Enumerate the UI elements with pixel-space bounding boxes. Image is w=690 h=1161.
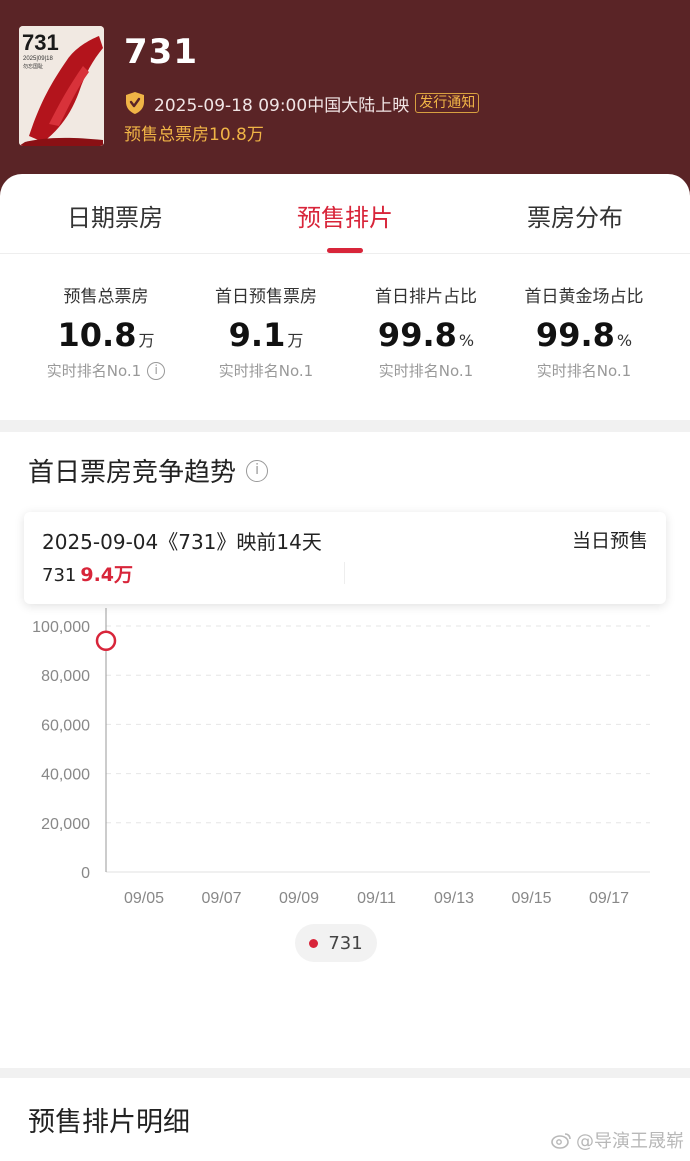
poster-art: 731 2025|09|18 勿忘国耻 bbox=[19, 26, 104, 146]
stat-value: 99.8% bbox=[498, 316, 670, 354]
data-point bbox=[95, 630, 117, 652]
release-row: 2025-09-18 09:00中国大陆上映 发行通知 bbox=[124, 90, 480, 116]
active-tab-indicator bbox=[327, 248, 363, 253]
x-tick-label: 09/13 bbox=[434, 890, 474, 907]
tab-date-box-office[interactable]: 日期票房 bbox=[15, 198, 215, 233]
x-tick-label: 09/07 bbox=[201, 890, 241, 907]
tab-bar: 日期票房 预售排片 票房分布 bbox=[0, 174, 690, 254]
x-tick-label: 09/15 bbox=[511, 890, 551, 907]
stat-rank-text: 实时排名No.1 bbox=[218, 362, 314, 380]
presale-summary: 预售总票房10.8万 bbox=[124, 125, 264, 145]
movie-title: 731 bbox=[124, 32, 198, 72]
poster-subtitle: 勿忘国耻 bbox=[23, 63, 43, 70]
stat-rank: 实时排名No.1 i bbox=[20, 360, 192, 382]
stat-rank: 实时排名No.1 bbox=[180, 360, 352, 382]
stat-rank: 实时排名No.1 bbox=[498, 360, 670, 382]
info-icon[interactable]: i bbox=[246, 459, 269, 482]
notify-tag[interactable]: 发行通知 bbox=[415, 93, 480, 113]
poster-date: 2025|09|18 bbox=[23, 56, 53, 62]
trend-chart[interactable]: 100,000 80,000 60,000 40,000 20,000 0 09/05 09/… bbox=[0, 608, 690, 918]
y-tick-label: 40,000 bbox=[41, 767, 90, 784]
tooltip-series-value: 9.4万 bbox=[80, 564, 134, 586]
stat-first-day-presale: 首日预售票房 9.1 万 实时排名No.1 bbox=[180, 284, 352, 382]
chart-legend[interactable]: 731 bbox=[295, 924, 377, 962]
tooltip-right-label: 当日预售 bbox=[571, 530, 648, 552]
x-tick-label: 09/17 bbox=[589, 890, 629, 907]
shield-icon bbox=[126, 92, 144, 114]
x-tick-label: 09/05 bbox=[124, 890, 164, 907]
tooltip-date: 2025-09-04《731》映前14天 bbox=[42, 530, 322, 554]
stat-number: 10.8 bbox=[57, 316, 137, 354]
stats-row: 预售总票房 10.8 万 实时排名No.1 i 首日预售票房 9.1 万 实时排名No… bbox=[0, 284, 690, 394]
info-icon[interactable]: i bbox=[147, 362, 166, 380]
detail-card: 预售排片明细 @导演王晟崭 bbox=[0, 1078, 690, 1161]
stat-label: 首日预售票房 bbox=[215, 287, 317, 307]
tab-presale-schedule[interactable]: 预售排片 bbox=[245, 198, 445, 233]
stat-unit: 万 bbox=[138, 331, 155, 350]
detail-title: 预售排片明细 bbox=[28, 1107, 190, 1138]
stat-rank: 实时排名No.1 bbox=[340, 360, 512, 382]
x-tick-label: 09/11 bbox=[357, 890, 396, 907]
stat-unit: 万 bbox=[287, 331, 304, 350]
stat-first-day-prime-share: 首日黄金场占比 99.8% 实时排名No.1 bbox=[498, 284, 670, 382]
watermark: @导演王晟崭 bbox=[550, 1127, 684, 1153]
movie-poster[interactable]: 731 2025|09|18 勿忘国耻 bbox=[19, 26, 104, 146]
stat-rank-text: 实时排名No.1 bbox=[46, 362, 142, 380]
y-tick-label: 80,000 bbox=[41, 668, 90, 685]
stat-first-day-schedule-share: 首日排片占比 99.8% 实时排名No.1 bbox=[340, 284, 512, 382]
tab-box-office-distribution[interactable]: 票房分布 bbox=[475, 198, 675, 233]
trend-title: 首日票房竞争趋势 i bbox=[28, 452, 269, 489]
stat-label: 首日排片占比 bbox=[375, 287, 477, 307]
legend-dot bbox=[309, 938, 319, 948]
stat-number: 99.8 bbox=[535, 316, 615, 354]
y-tick-label: 20,000 bbox=[41, 816, 90, 833]
release-info: 2025-09-18 09:00中国大陆上映 bbox=[154, 95, 410, 116]
stat-total-presale: 预售总票房 10.8 万 实时排名No.1 i bbox=[20, 284, 192, 382]
stat-value: 99.8% bbox=[340, 316, 512, 354]
stat-number: 99.8 bbox=[377, 316, 457, 354]
stat-label: 预售总票房 bbox=[63, 287, 149, 307]
x-tick-label: 09/09 bbox=[279, 890, 319, 907]
stat-rank-text: 实时排名No.1 bbox=[378, 362, 474, 380]
y-tick-label: 100,000 bbox=[32, 619, 90, 636]
stat-number: 9.1 bbox=[228, 316, 286, 354]
movie-header: 731 2025|09|18 勿忘国耻 731 2025-09-18 09:00… bbox=[0, 0, 690, 200]
stat-value: 9.1 万 bbox=[180, 316, 352, 354]
tooltip-divider bbox=[344, 562, 345, 584]
watermark-text: @导演王晟崭 bbox=[576, 1131, 684, 1152]
poster-title: 731 bbox=[22, 30, 59, 55]
stat-unit: % bbox=[616, 331, 633, 350]
tooltip-series-name: 731 bbox=[42, 565, 77, 586]
trend-title-text: 首日票房竞争趋势 bbox=[28, 458, 237, 488]
stat-unit: % bbox=[458, 331, 475, 350]
main-panel: 日期票房 预售排片 票房分布 预售总票房 10.8 万 实时排名No.1 i 首日预… bbox=[0, 174, 690, 420]
stat-label: 首日黄金场占比 bbox=[524, 287, 644, 307]
weibo-icon bbox=[551, 1133, 571, 1149]
trend-card: 首日票房竞争趋势 i 2025-09-04《731》映前14天 当日预售 731… bbox=[0, 432, 690, 1068]
chart-tooltip: 2025-09-04《731》映前14天 当日预售 731 9.4万 bbox=[24, 512, 666, 604]
stat-rank-text: 实时排名No.1 bbox=[536, 362, 632, 380]
y-tick-label: 60,000 bbox=[41, 717, 90, 734]
y-tick-label: 0 bbox=[81, 865, 90, 882]
legend-label: 731 bbox=[328, 932, 363, 954]
tooltip-series: 731 9.4万 bbox=[42, 560, 133, 587]
stat-value: 10.8 万 bbox=[20, 316, 192, 354]
